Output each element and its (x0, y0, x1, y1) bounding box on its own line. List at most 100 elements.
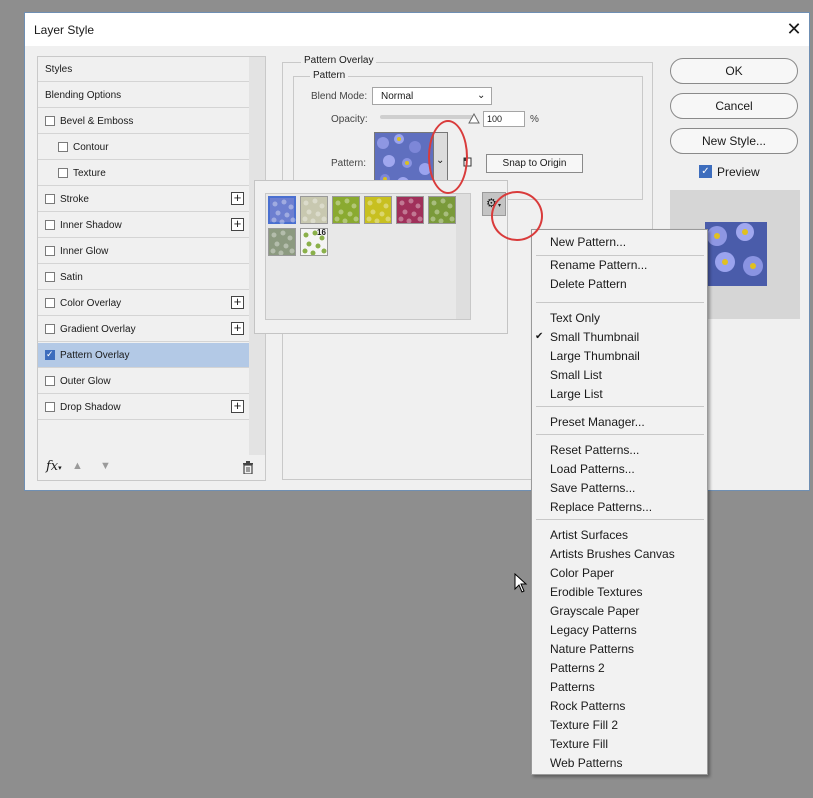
style-checkbox[interactable] (45, 272, 55, 282)
style-item-styles[interactable]: Styles (38, 57, 249, 82)
move-up-icon[interactable]: ▲ (72, 460, 83, 472)
menu-item-patterns[interactable]: Patterns (550, 680, 595, 694)
style-item-label: Stroke (60, 194, 89, 205)
style-checkbox[interactable] (45, 194, 55, 204)
menu-item-nature-patterns[interactable]: Nature Patterns (550, 642, 634, 656)
style-item-pattern-overlay[interactable]: Pattern Overlay (38, 343, 249, 368)
style-item-bevel-emboss[interactable]: Bevel & Emboss (38, 109, 249, 134)
style-item-stroke[interactable]: Stroke + (38, 187, 249, 212)
menu-item-delete-pattern[interactable]: Delete Pattern (550, 277, 627, 291)
add-effect-plus-icon[interactable]: + (231, 321, 244, 335)
pattern-context-menu: New Pattern... Rename Pattern... Delete Pa… (531, 229, 708, 775)
menu-item-rename-pattern[interactable]: Rename Pattern... (550, 258, 647, 272)
fx-icon[interactable]: fx▾ (46, 459, 62, 474)
menu-item-preset-manager[interactable]: Preset Manager... (550, 415, 645, 429)
new-style-button[interactable]: New Style... (670, 128, 798, 154)
add-effect-plus-icon[interactable]: + (231, 295, 244, 309)
menu-item-legacy-patterns[interactable]: Legacy Patterns (550, 623, 637, 637)
menu-item-new-pattern[interactable]: New Pattern... (550, 235, 626, 249)
pattern-thumbnail[interactable] (268, 196, 296, 225)
pattern-thumbnail[interactable] (428, 196, 456, 224)
menu-item-color-paper[interactable]: Color Paper (550, 566, 614, 580)
title-bar[interactable]: Layer Style ✕ (25, 13, 809, 46)
menu-item-artist-surfaces[interactable]: Artist Surfaces (550, 528, 628, 542)
style-checkbox[interactable] (45, 220, 55, 230)
pattern-thumbnail[interactable] (364, 196, 392, 224)
menu-item-artists-brushes-canvas[interactable]: Artists Brushes Canvas (550, 547, 675, 561)
opacity-input[interactable]: 100 (483, 111, 525, 127)
menu-item-rock-patterns[interactable]: Rock Patterns (550, 699, 625, 713)
blend-mode-select[interactable]: Normal ⌄ (372, 87, 492, 105)
opacity-slider[interactable] (380, 115, 475, 119)
style-item-gradient-overlay[interactable]: Gradient Overlay + (38, 317, 249, 342)
trash-icon[interactable] (242, 461, 254, 474)
pattern-thumbnail[interactable] (300, 196, 328, 224)
style-item-texture[interactable]: Texture (38, 161, 249, 186)
style-item-inner-glow[interactable]: Inner Glow (38, 239, 249, 264)
style-checkbox[interactable] (45, 116, 55, 126)
opacity-slider-handle[interactable] (468, 113, 480, 124)
menu-item-large-thumbnail[interactable]: Large Thumbnail (550, 349, 640, 363)
style-item-inner-shadow[interactable]: Inner Shadow + (38, 213, 249, 238)
style-item-outer-glow[interactable]: Outer Glow (38, 369, 249, 394)
style-checkbox[interactable] (45, 298, 55, 308)
menu-item-patterns-2[interactable]: Patterns 2 (550, 661, 605, 675)
menu-item-web-patterns[interactable]: Web Patterns (550, 756, 622, 770)
style-checkbox[interactable] (45, 246, 55, 256)
menu-item-small-thumbnail[interactable]: Small Thumbnail (550, 330, 639, 344)
menu-item-large-list[interactable]: Large List (550, 387, 603, 401)
style-item-label: Outer Glow (60, 376, 111, 387)
style-checkbox[interactable] (45, 324, 55, 334)
style-checkbox[interactable] (45, 402, 55, 412)
pattern-thumbnail[interactable] (268, 228, 296, 256)
highlight-ring (491, 191, 543, 241)
add-effect-plus-icon[interactable]: + (231, 191, 244, 205)
opacity-unit: % (530, 114, 539, 125)
ok-button[interactable]: OK (670, 58, 798, 84)
pattern-overlay-heading: Pattern Overlay (301, 55, 377, 66)
mouse-cursor-icon (514, 573, 528, 593)
menu-item-grayscale-paper[interactable]: Grayscale Paper (550, 604, 639, 618)
style-item-drop-shadow[interactable]: Drop Shadow + (38, 395, 249, 420)
move-down-icon[interactable]: ▼ (100, 460, 111, 472)
pattern-subgroup-heading: Pattern (310, 70, 349, 81)
pattern-badge: 16 (317, 228, 326, 237)
menu-item-texture-fill-2[interactable]: Texture Fill 2 (550, 718, 618, 732)
style-item-contour[interactable]: Contour (38, 135, 249, 160)
pattern-thumbnail[interactable] (396, 196, 424, 224)
add-effect-plus-icon[interactable]: + (231, 217, 244, 231)
menu-item-text-only[interactable]: Text Only (550, 311, 600, 325)
close-button[interactable]: ✕ (781, 18, 807, 40)
preview-label: Preview (717, 165, 760, 179)
style-item-label: Bevel & Emboss (60, 116, 134, 127)
blend-mode-label: Blend Mode: (311, 91, 368, 102)
menu-separator (536, 302, 704, 303)
style-item-label: Contour (73, 142, 109, 153)
pattern-thumbnail[interactable]: 16 (300, 228, 328, 256)
preview-checkbox[interactable]: ✓ (699, 165, 712, 178)
menu-separator (536, 406, 704, 407)
menu-item-load-patterns[interactable]: Load Patterns... (550, 462, 635, 476)
pattern-grid-scrollbar[interactable] (456, 194, 470, 319)
style-item-label: Texture (73, 168, 106, 179)
opacity-label: Opacity: (331, 114, 368, 125)
style-item-satin[interactable]: Satin (38, 265, 249, 290)
style-checkbox[interactable] (45, 376, 55, 386)
pattern-thumbnail[interactable] (332, 196, 360, 224)
style-item-color-overlay[interactable]: Color Overlay + (38, 291, 249, 316)
menu-item-small-list[interactable]: Small List (550, 368, 602, 382)
menu-item-texture-fill[interactable]: Texture Fill (550, 737, 608, 751)
style-checkbox[interactable] (58, 142, 68, 152)
snap-to-origin-button[interactable]: Snap to Origin (486, 154, 583, 173)
menu-item-reset-patterns[interactable]: Reset Patterns... (550, 443, 639, 457)
cancel-button[interactable]: Cancel (670, 93, 798, 119)
menu-item-save-patterns[interactable]: Save Patterns... (550, 481, 635, 495)
style-item-label: Blending Options (45, 90, 122, 101)
style-checkbox[interactable] (45, 349, 55, 360)
style-checkbox[interactable] (58, 168, 68, 178)
style-item-blending-options[interactable]: Blending Options (38, 83, 249, 108)
menu-item-replace-patterns[interactable]: Replace Patterns... (550, 500, 652, 514)
menu-item-erodible-textures[interactable]: Erodible Textures (550, 585, 643, 599)
add-effect-plus-icon[interactable]: + (231, 399, 244, 413)
menu-separator (536, 519, 704, 520)
